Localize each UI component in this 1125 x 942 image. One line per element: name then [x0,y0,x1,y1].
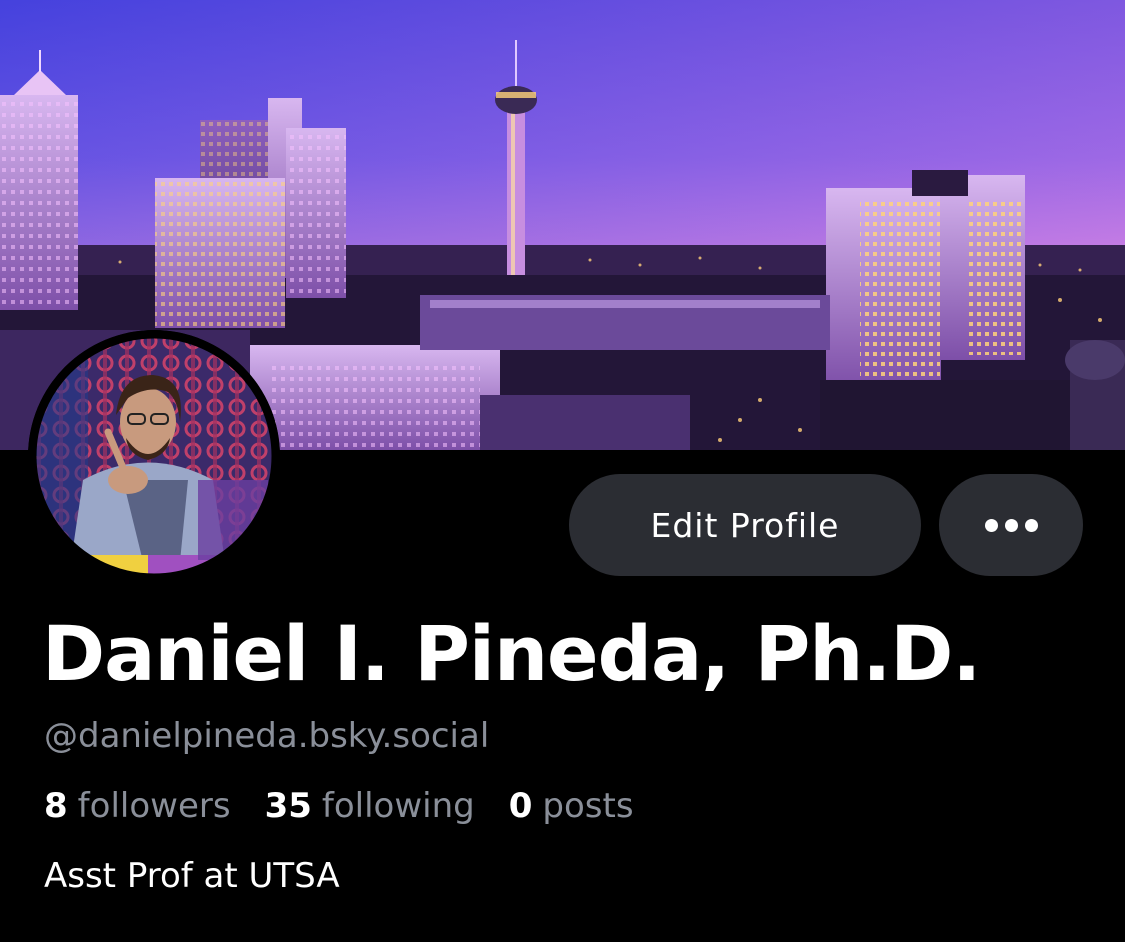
profile-handle: @danielpineda.bsky.social [44,716,490,756]
posts-count: 0 [508,786,533,826]
more-options-button[interactable] [939,474,1083,576]
edit-profile-button[interactable]: Edit Profile [569,474,921,576]
posts-stat: 0 posts [509,786,634,826]
edit-profile-label: Edit Profile [650,505,840,545]
profile-avatar[interactable] [28,330,280,582]
profile-stats: 8 followers 35 following 0 posts [44,786,634,826]
following-count: 35 [264,786,312,826]
followers-count: 8 [44,786,68,826]
followers-label: followers [77,786,231,826]
profile-bio: Asst Prof at UTSA [44,856,340,896]
ellipsis-icon [984,518,1038,532]
profile-display-name: Daniel I. Pineda, Ph.D. [42,609,981,698]
profile-page: Edit Profile Daniel I. Pineda, Ph.D. @da… [0,0,1125,942]
following-stat[interactable]: 35 following [265,786,475,826]
following-label: following [321,786,475,826]
posts-label: posts [542,786,634,826]
followers-stat[interactable]: 8 followers [44,786,231,826]
